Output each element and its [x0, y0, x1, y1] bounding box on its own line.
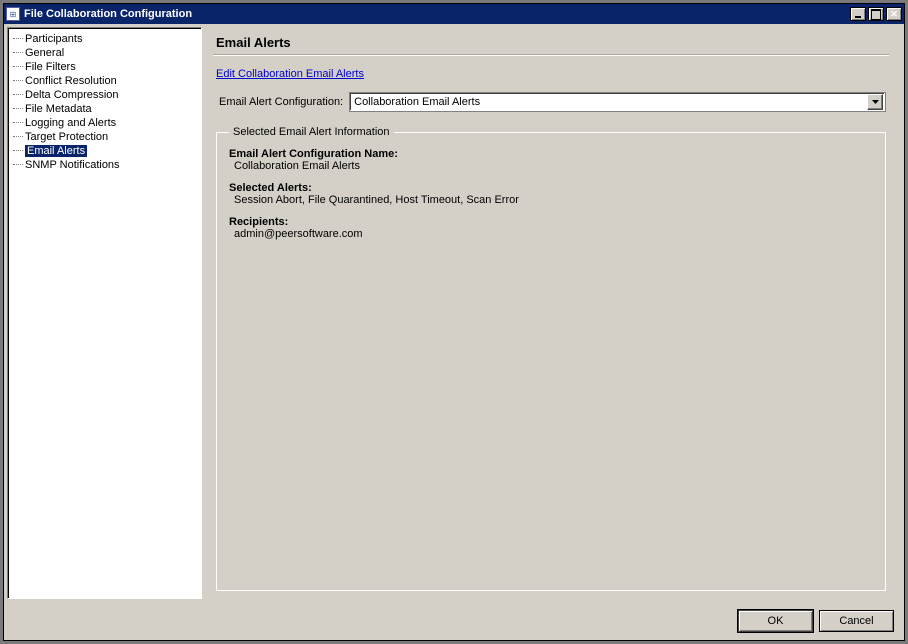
sidebar-item-general[interactable]: General: [10, 46, 199, 60]
sidebar-item-file-filters[interactable]: File Filters: [10, 60, 199, 74]
chevron-down-icon[interactable]: [867, 94, 883, 110]
content-area: Participants General File Filters Confli…: [4, 24, 904, 602]
sidebar-item-delta-compression[interactable]: Delta Compression: [10, 88, 199, 102]
heading-separator: [213, 54, 889, 56]
sidebar-item-participants[interactable]: Participants: [10, 32, 199, 46]
close-button[interactable]: ✕: [886, 7, 902, 21]
selected-alerts-label: Selected Alerts:: [229, 182, 873, 194]
maximize-button[interactable]: [868, 7, 884, 21]
sidebar-tree: Participants General File Filters Confli…: [7, 27, 202, 599]
recipients-block: Recipients: admin@peersoftware.com: [229, 216, 873, 240]
sidebar-item-conflict-resolution[interactable]: Conflict Resolution: [10, 74, 199, 88]
minimize-button[interactable]: [850, 7, 866, 21]
recipients-label: Recipients:: [229, 216, 873, 228]
ok-button[interactable]: OK: [738, 610, 813, 632]
config-name-value: Collaboration Email Alerts: [229, 160, 873, 172]
dropdown-value: Collaboration Email Alerts: [352, 96, 867, 108]
app-icon: ⊞: [6, 7, 20, 21]
email-alert-config-dropdown[interactable]: Collaboration Email Alerts: [349, 92, 886, 112]
selected-alert-info-fieldset: Selected Email Alert Information Email A…: [216, 126, 886, 591]
edit-email-alerts-link[interactable]: Edit Collaboration Email Alerts: [216, 68, 889, 80]
config-label: Email Alert Configuration:: [219, 96, 343, 108]
selected-alerts-value: Session Abort, File Quarantined, Host Ti…: [229, 194, 873, 206]
titlebar: ⊞ File Collaboration Configuration ✕: [4, 4, 904, 24]
sidebar-item-logging-alerts[interactable]: Logging and Alerts: [10, 116, 199, 130]
main-panel: Email Alerts Edit Collaboration Email Al…: [205, 27, 901, 599]
sidebar-item-target-protection[interactable]: Target Protection: [10, 130, 199, 144]
sidebar-item-snmp-notifications[interactable]: SNMP Notifications: [10, 158, 199, 172]
fieldset-legend: Selected Email Alert Information: [229, 126, 394, 138]
config-row: Email Alert Configuration: Collaboration…: [219, 92, 886, 112]
sidebar-item-file-metadata[interactable]: File Metadata: [10, 102, 199, 116]
window-title: File Collaboration Configuration: [24, 8, 192, 20]
page-heading: Email Alerts: [216, 35, 889, 50]
recipients-value: admin@peersoftware.com: [229, 228, 873, 240]
cancel-button[interactable]: Cancel: [819, 610, 894, 632]
config-name-label: Email Alert Configuration Name:: [229, 148, 873, 160]
config-name-block: Email Alert Configuration Name: Collabor…: [229, 148, 873, 172]
dialog-button-row: OK Cancel: [4, 602, 904, 640]
config-window: ⊞ File Collaboration Configuration ✕ Par…: [3, 3, 905, 641]
sidebar-item-email-alerts[interactable]: Email Alerts: [10, 144, 199, 158]
selected-alerts-block: Selected Alerts: Session Abort, File Qua…: [229, 182, 873, 206]
